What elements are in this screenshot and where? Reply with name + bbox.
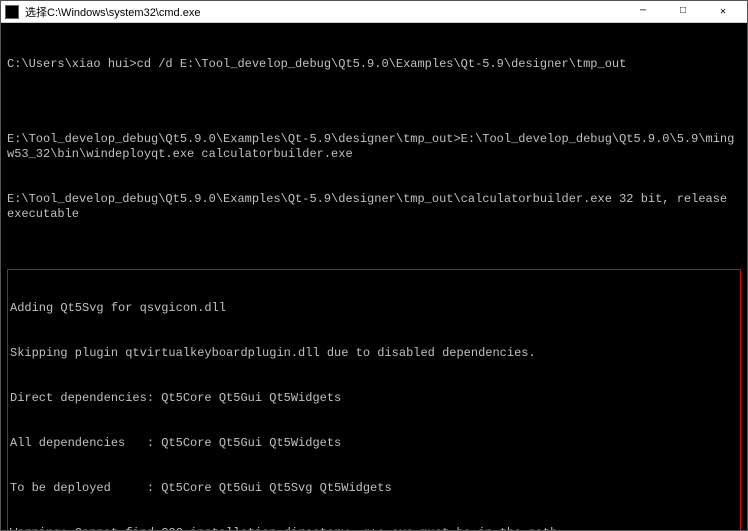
maximize-button[interactable]: □ (663, 1, 703, 23)
titlebar[interactable]: 选择C:\Windows\system32\cmd.exe ─ □ ✕ (1, 1, 747, 23)
cmd-icon (5, 5, 19, 19)
close-button[interactable]: ✕ (703, 1, 743, 23)
terminal-line: E:\Tool_develop_debug\Qt5.9.0\Examples\Q… (7, 132, 741, 162)
window-controls: ─ □ ✕ (623, 1, 743, 23)
terminal-line: Adding Qt5Svg for qsvgicon.dll (10, 301, 738, 316)
terminal-line: Warning: Cannot find GCC installation di… (10, 526, 738, 530)
minimize-button[interactable]: ─ (623, 1, 663, 23)
window-title: 选择C:\Windows\system32\cmd.exe (25, 4, 623, 20)
terminal-line: To be deployed : Qt5Core Qt5Gui Qt5Svg Q… (10, 481, 738, 496)
highlighted-output-box: Adding Qt5Svg for qsvgicon.dll Skipping … (7, 269, 741, 530)
terminal-line: E:\Tool_develop_debug\Qt5.9.0\Examples\Q… (7, 192, 741, 222)
terminal-line: Direct dependencies: Qt5Core Qt5Gui Qt5W… (10, 391, 738, 406)
terminal-line: Skipping plugin qtvirtualkeyboardplugin.… (10, 346, 738, 361)
terminal-line: C:\Users\xiao hui>cd /d E:\Tool_develop_… (7, 57, 741, 72)
terminal-line: All dependencies : Qt5Core Qt5Gui Qt5Wid… (10, 436, 738, 451)
cmd-window: 选择C:\Windows\system32\cmd.exe ─ □ ✕ C:\U… (0, 0, 748, 531)
terminal-output[interactable]: C:\Users\xiao hui>cd /d E:\Tool_develop_… (1, 23, 747, 530)
